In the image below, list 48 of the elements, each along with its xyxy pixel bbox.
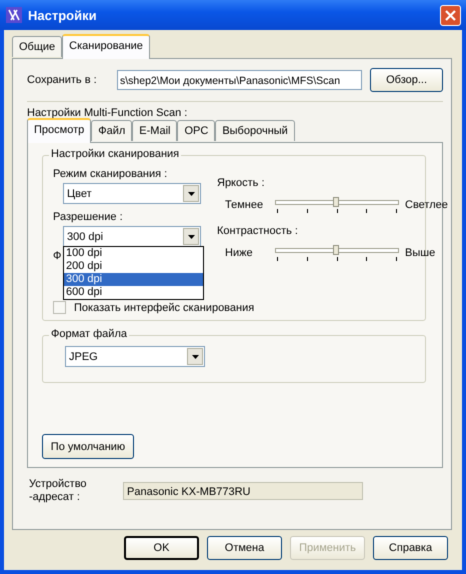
slider[interactable] [275, 245, 399, 261]
slider-min-label: Темнее [225, 199, 264, 211]
file-format-dropdown[interactable]: JPEG [65, 346, 205, 367]
dropdown-option[interactable]: 200 dpi [64, 260, 203, 273]
scan-mode-dropdown[interactable]: Цвет [63, 183, 201, 204]
slider-max-label: Выше [405, 247, 436, 259]
resolution-label: Разрешение : [53, 211, 124, 223]
dropdown-option[interactable]: 300 dpi [64, 273, 203, 286]
slider-label: Яркость : [217, 177, 264, 189]
dropdown-arrow-icon [188, 234, 194, 238]
slider-thumb[interactable] [333, 245, 339, 255]
tab[interactable]: Общие [12, 36, 62, 57]
app-icon [6, 7, 22, 23]
dropdown-arrow-icon [192, 354, 198, 358]
tab[interactable]: Выборочный [215, 120, 295, 141]
checkbox-label: Показать интерфейс сканирования [74, 302, 254, 314]
covered-label: Ф [53, 250, 62, 264]
slider-label: Контрастность : [217, 225, 298, 237]
tab[interactable]: Просмотр [27, 118, 92, 143]
save-to-label: Сохранить в : [27, 74, 98, 86]
window-title: Настройки [28, 8, 98, 22]
checkbox[interactable] [53, 301, 66, 314]
scan-mode-label: Режим сканирования : [53, 168, 168, 180]
tab[interactable]: Сканирование [62, 34, 150, 59]
default-button[interactable]: По умолчанию [42, 434, 134, 459]
close-icon [445, 10, 456, 20]
dialog-button[interactable]: Справка [373, 536, 448, 560]
tab[interactable]: Файл [91, 120, 132, 141]
dropdown-option[interactable]: 100 dpi [64, 247, 203, 260]
dropdown-arrow-icon [188, 192, 194, 196]
tab[interactable]: OPC [177, 120, 216, 141]
group-title: Настройки сканирования [49, 148, 182, 160]
section-label: Настройки Multi-Function Scan : [27, 107, 188, 119]
browse-button[interactable]: Обзор... [370, 68, 443, 92]
device-field: Panasonic KX-MB773RU [123, 482, 363, 500]
resolution-dropdown[interactable]: 300 dpi [63, 226, 201, 247]
tab[interactable]: E-Mail [132, 120, 178, 141]
slider-max-label: Светлее [405, 199, 448, 211]
slider[interactable] [275, 197, 399, 213]
slider-thumb[interactable] [333, 197, 339, 207]
device-label: Устройство -адресат : [29, 478, 88, 504]
dialog-button[interactable]: Отмена [207, 536, 282, 560]
slider-min-label: Ниже [225, 247, 254, 259]
save-path-field[interactable]: s\shep2\Мои документы\Panasonic\MFS\Scan [117, 70, 362, 90]
group-title: Формат файла [49, 328, 129, 340]
dropdown-option[interactable]: 600 dpi [64, 286, 203, 299]
dialog-button[interactable]: OK [124, 536, 199, 560]
close-button[interactable] [440, 4, 461, 26]
